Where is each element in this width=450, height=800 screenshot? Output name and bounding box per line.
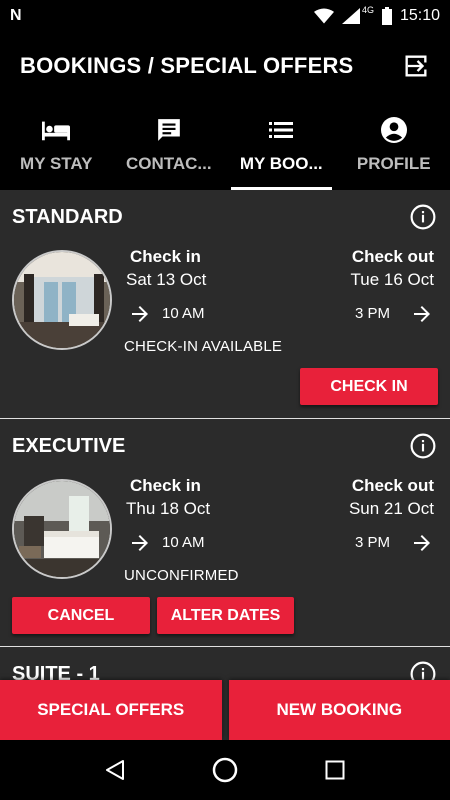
checkin-date: Sat 13 Oct bbox=[126, 270, 207, 289]
new-booking-button[interactable]: NEW BOOKING bbox=[228, 680, 450, 740]
room-name: STANDARD bbox=[12, 206, 123, 228]
back-icon[interactable] bbox=[100, 755, 130, 785]
signal-icon bbox=[341, 8, 360, 24]
checkout-date: Sun 21 Oct bbox=[348, 499, 434, 518]
list-icon bbox=[267, 116, 295, 144]
tab-label: MY BOO... bbox=[239, 154, 323, 173]
info-icon[interactable] bbox=[410, 204, 436, 230]
booking-status: CHECK-IN AVAILABLE bbox=[124, 338, 283, 355]
checkin-time: 10 AM bbox=[162, 305, 205, 322]
network-type: 4G bbox=[361, 5, 374, 15]
app-bar: BOOKINGS / SPECIAL OFFERS bbox=[0, 32, 450, 100]
logout-icon[interactable] bbox=[402, 52, 430, 80]
checkin-time: 10 AM bbox=[162, 534, 205, 551]
checkin-label: Check in bbox=[130, 476, 201, 495]
special-offers-button[interactable]: SPECIAL OFFERS bbox=[0, 680, 222, 740]
tab-my-bookings[interactable]: MY BOO... bbox=[225, 100, 338, 190]
room-image bbox=[12, 250, 112, 350]
alter-dates-button[interactable]: ALTER DATES bbox=[157, 597, 294, 634]
checkout-time: 3 PM bbox=[354, 534, 390, 551]
checkout-time: 3 PM bbox=[354, 305, 390, 322]
tab-bar: MY STAY CONTAC... MY BOO... PROFILE bbox=[0, 100, 450, 190]
bed-icon bbox=[42, 116, 71, 144]
wifi-icon bbox=[313, 8, 334, 24]
tab-label: PROFILE bbox=[356, 154, 431, 173]
arrow-right-icon bbox=[414, 306, 430, 322]
bookings-list[interactable]: STANDARD Check in Sat 13 Oct Check out T… bbox=[0, 190, 450, 740]
booking-card: STANDARD Check in Sat 13 Oct Check out T… bbox=[0, 190, 450, 419]
page-title: BOOKINGS / SPECIAL OFFERS bbox=[20, 53, 354, 78]
cancel-button[interactable]: CANCEL bbox=[12, 597, 150, 634]
chat-icon bbox=[155, 116, 183, 144]
room-image bbox=[12, 479, 112, 579]
checkout-date: Tue 16 Oct bbox=[350, 270, 434, 289]
home-icon[interactable] bbox=[210, 755, 240, 785]
account-icon bbox=[380, 116, 408, 144]
recents-icon[interactable] bbox=[320, 755, 350, 785]
arrow-right-icon bbox=[414, 535, 430, 551]
booking-card: EXECUTIVE Check in Thu 18 Oct Check out … bbox=[0, 419, 450, 647]
tab-contact[interactable]: CONTAC... bbox=[113, 100, 226, 190]
checkin-label: Check in bbox=[130, 247, 201, 266]
check-in-button[interactable]: CHECK IN bbox=[300, 368, 438, 405]
room-name: EXECUTIVE bbox=[12, 435, 126, 457]
arrow-right-icon bbox=[132, 535, 148, 551]
tab-my-stay[interactable]: MY STAY bbox=[0, 100, 113, 190]
info-icon[interactable] bbox=[410, 433, 436, 459]
booking-status: UNCONFIRMED bbox=[124, 567, 239, 584]
clock: 15:10 bbox=[399, 7, 440, 24]
bottom-actions: SPECIAL OFFERS NEW BOOKING bbox=[0, 680, 450, 740]
notification-n-icon: N bbox=[10, 7, 22, 24]
tab-label: CONTAC... bbox=[125, 154, 212, 173]
status-bar: N 4G 15:10 bbox=[0, 0, 450, 32]
checkout-label: Check out bbox=[351, 476, 434, 495]
tab-profile[interactable]: PROFILE bbox=[338, 100, 450, 190]
checkout-label: Check out bbox=[351, 247, 434, 266]
battery-icon bbox=[381, 7, 392, 25]
tab-label: MY STAY bbox=[20, 154, 93, 173]
system-nav-bar bbox=[0, 740, 450, 800]
arrow-right-icon bbox=[132, 306, 148, 322]
checkin-date: Thu 18 Oct bbox=[126, 499, 211, 518]
